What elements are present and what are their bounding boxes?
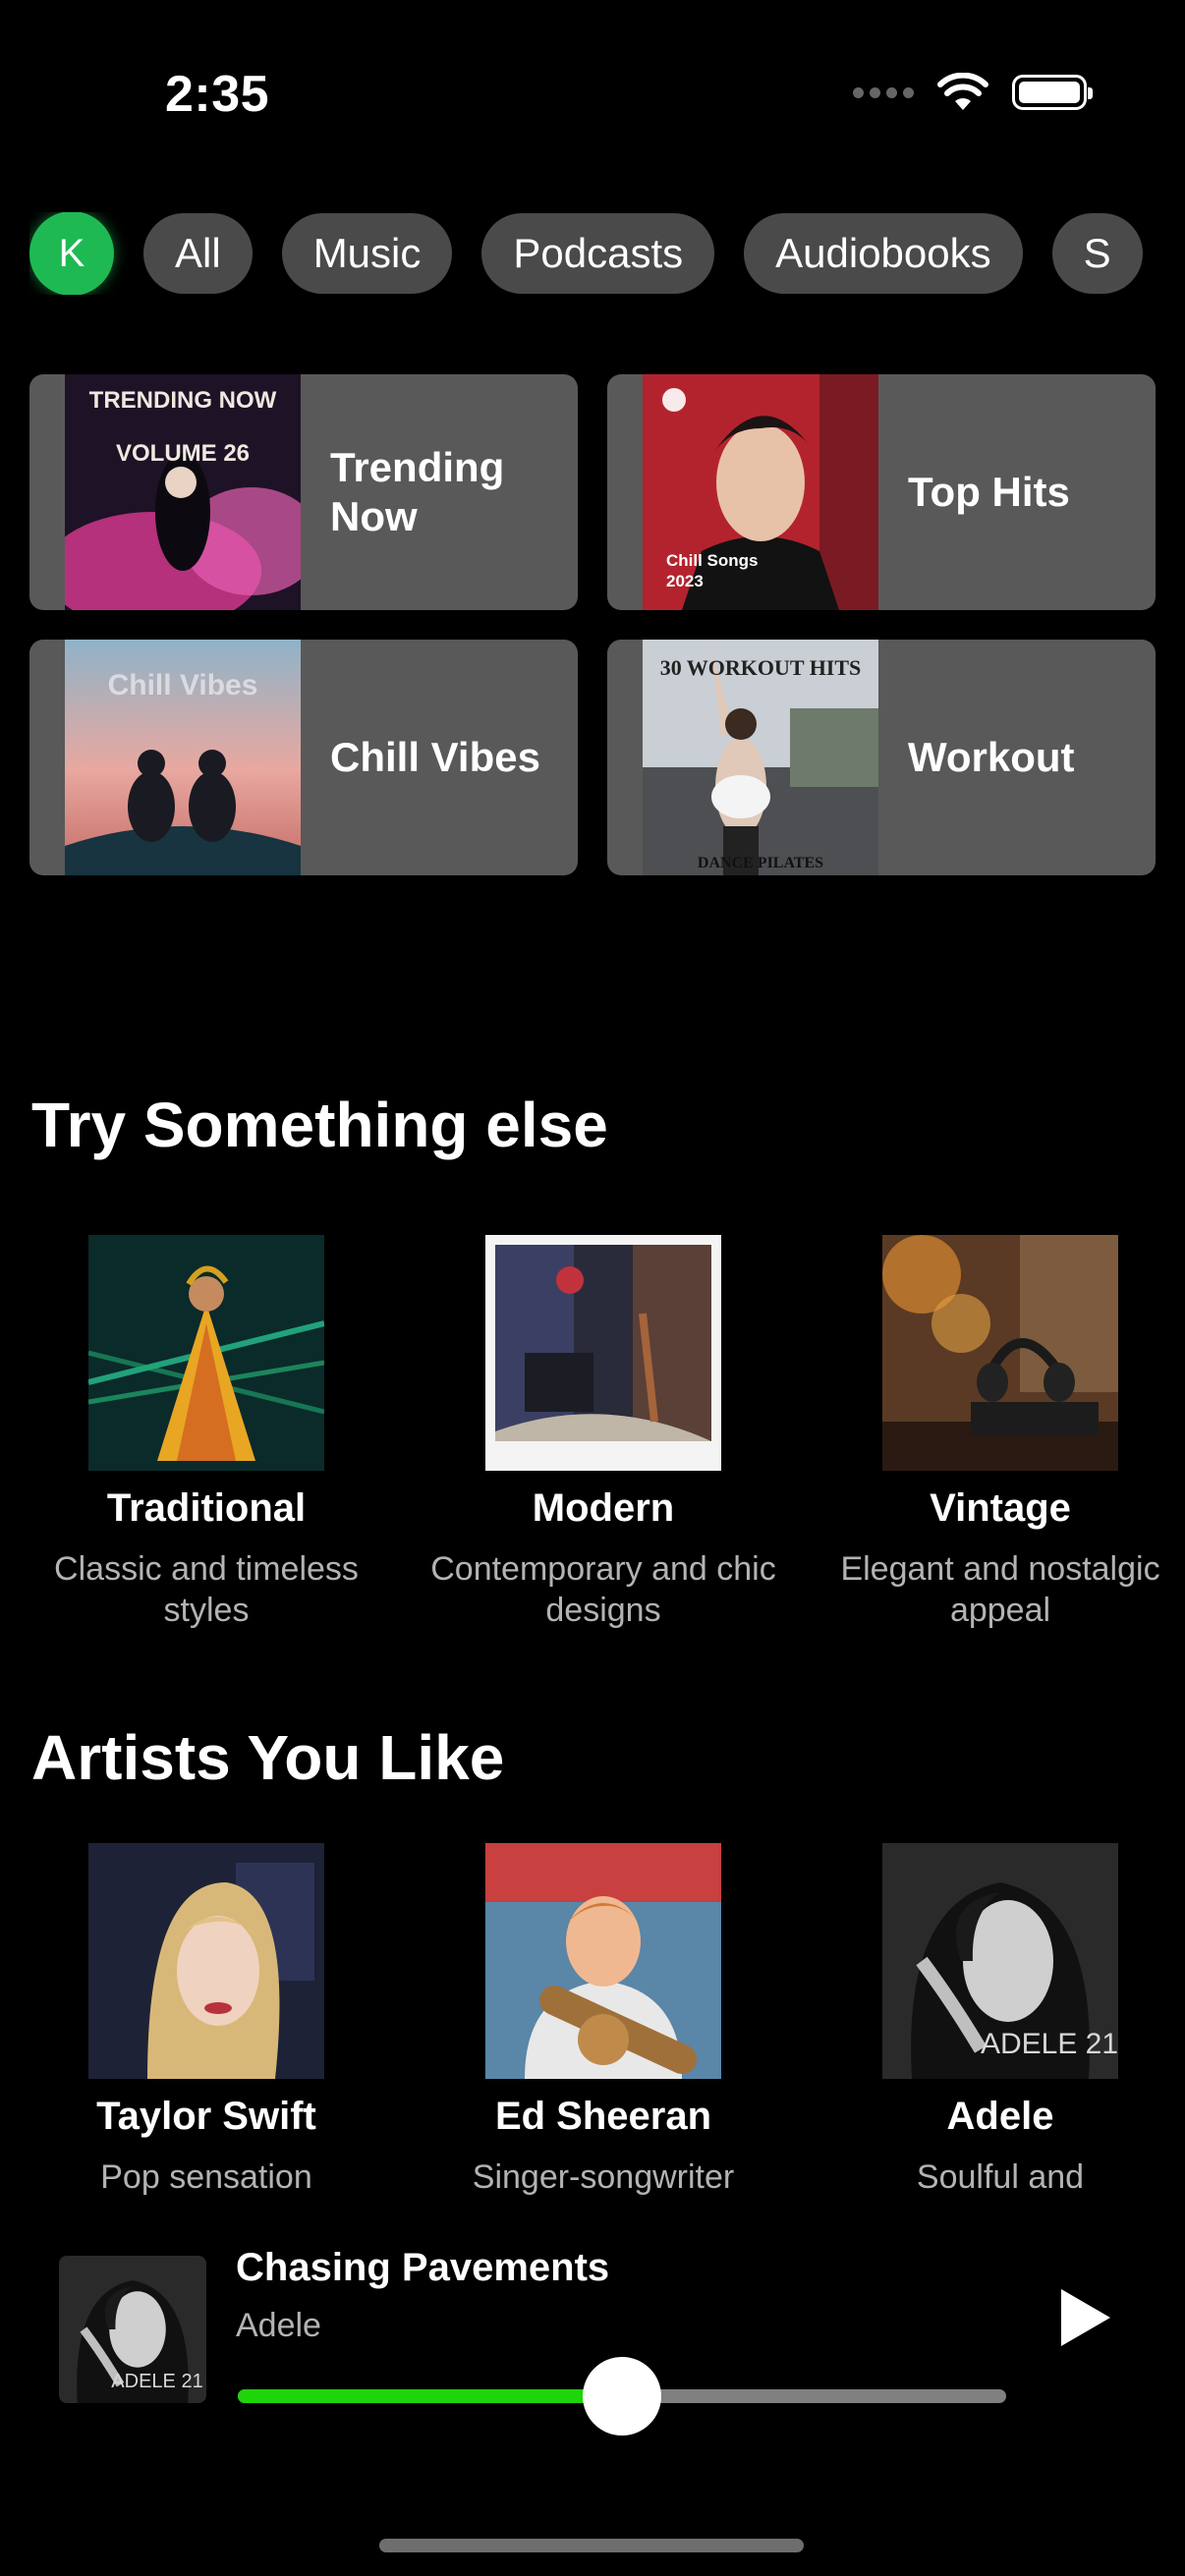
card-title: Ed Sheeran	[494, 2095, 712, 2138]
svg-text:DANCE PILATES: DANCE PILATES	[698, 855, 823, 871]
card-title: Adele	[946, 2095, 1054, 2138]
artist-card-taylor-swift[interactable]: Taylor Swift Pop sensation	[20, 1843, 393, 2198]
playback-progress-slider[interactable]	[238, 2357, 1006, 2436]
wifi-icon	[937, 73, 988, 110]
card-modern[interactable]: Modern Contemporary and chic designs	[417, 1235, 790, 1631]
svg-text:2023: 2023	[666, 572, 704, 590]
artist-card-adele[interactable]: ADELE 21 Adele Soulful and	[814, 1843, 1185, 2198]
chip-all[interactable]: All	[143, 213, 253, 294]
card-subtitle: Pop sensation	[100, 2158, 312, 2196]
progress-fill	[238, 2389, 622, 2403]
card-subtitle: Contemporary and chic designs	[430, 1550, 776, 1629]
quick-tile-chill-vibes[interactable]: Chill Vibes Chill Vibes	[29, 640, 578, 875]
chip-music[interactable]: Music	[281, 213, 453, 294]
card-title: Modern	[532, 1486, 675, 1530]
card-title: Taylor Swift	[96, 2095, 316, 2138]
now-playing-title: Chasing Pavements	[236, 2246, 610, 2289]
traditional-image	[88, 1235, 324, 1471]
progress-knob[interactable]	[583, 2357, 661, 2436]
card-title: Traditional	[106, 1486, 307, 1530]
play-icon[interactable]	[1049, 2283, 1118, 2352]
vintage-image	[882, 1235, 1118, 1471]
svg-text:ADELE 21: ADELE 21	[111, 2371, 202, 2392]
section-title-artists-you-like: Artists You Like	[31, 1722, 505, 1793]
card-subtitle: Soulful and	[916, 2158, 1085, 2196]
quick-tile-label: Top Hits	[908, 469, 1070, 515]
svg-text:Chill Vibes: Chill Vibes	[108, 669, 258, 701]
chip-partial[interactable]: S	[1051, 213, 1143, 294]
status-icons	[853, 73, 1093, 112]
now-playing-album-art: ADELE 21	[59, 2256, 206, 2403]
svg-text:TRENDING NOW: TRENDING NOW	[89, 387, 277, 414]
quick-tile-top-hits[interactable]: Chill Songs 2023 Top Hits	[607, 374, 1156, 610]
card-subtitle: Singer-songwriter	[472, 2158, 735, 2196]
svg-text:Chill Songs: Chill Songs	[666, 551, 759, 570]
svg-text:ADELE 21: ADELE 21	[981, 2028, 1118, 2060]
battery-icon	[1012, 75, 1093, 110]
modern-image	[485, 1235, 721, 1471]
status-time: 2:35	[165, 66, 270, 123]
card-subtitle: Elegant and nostalgic appeal	[840, 1550, 1160, 1629]
workout-cover: 30 WORKOUT HITS DANCE PILATES	[643, 640, 878, 875]
quick-tile-label: Workout	[908, 734, 1075, 780]
artist-card-ed-sheeran[interactable]: Ed Sheeran Singer-songwriter	[417, 1843, 790, 2198]
chill-vibes-cover: Chill Vibes	[65, 640, 301, 875]
quick-tile-label: Trending Now	[330, 444, 505, 539]
quick-tile-workout[interactable]: 30 WORKOUT HITS DANCE PILATES Workout	[607, 640, 1156, 875]
section-title-try-something-else: Try Something else	[31, 1090, 608, 1160]
now-playing-bar[interactable]: ADELE 21 Chasing Pavements Adele	[0, 2230, 1185, 2436]
quick-tile-label: Chill Vibes	[330, 734, 540, 780]
now-playing-artist: Adele	[236, 2307, 321, 2344]
profile-avatar[interactable]: K	[29, 212, 114, 295]
chip-podcasts[interactable]: Podcasts	[481, 213, 715, 294]
artist-photo: ADELE 21	[882, 1843, 1118, 2079]
artist-photo	[88, 1843, 324, 2079]
top-hits-cover: Chill Songs 2023	[643, 374, 878, 610]
artist-photo	[485, 1843, 721, 2079]
svg-text:VOLUME 26: VOLUME 26	[116, 440, 250, 467]
quick-tile-trending-now[interactable]: TRENDING NOW VOLUME 26 Trending Now	[29, 374, 578, 610]
card-traditional[interactable]: Traditional Classic and timeless styles	[20, 1235, 393, 1631]
home-indicator	[379, 2539, 804, 2552]
filter-chip-row: K All Music Podcasts Audiobooks S	[29, 212, 1156, 295]
chip-audiobooks[interactable]: Audiobooks	[744, 213, 1023, 294]
card-subtitle: Classic and timeless styles	[54, 1550, 359, 1629]
trending-now-cover: TRENDING NOW VOLUME 26	[65, 374, 301, 610]
card-title: Vintage	[930, 1486, 1071, 1530]
svg-text:30 WORKOUT HITS: 30 WORKOUT HITS	[660, 655, 862, 680]
card-vintage[interactable]: Vintage Elegant and nostalgic appeal	[814, 1235, 1185, 1631]
cellular-signal-icon	[853, 86, 914, 98]
